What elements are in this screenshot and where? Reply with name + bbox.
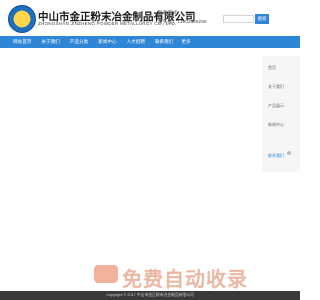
side-item-news[interactable]: 新闻中心 — [268, 122, 284, 128]
side-item-home[interactable]: 首页 — [268, 65, 276, 71]
company-logo[interactable] — [8, 5, 36, 33]
side-item-contact[interactable]: 联系我们 — [268, 153, 284, 159]
side-item-products[interactable]: 产品展示 — [268, 103, 284, 109]
nav-item-contact[interactable]: 联系我们 — [155, 39, 173, 45]
site-footer: Copyright © 2017 中山市金正粉末冶金制品有限公司 — [0, 291, 300, 300]
company-name-english: ZHONGSHAN JINZHENG POWDER METALLURGY CO.… — [38, 21, 177, 26]
side-menu: 首页 关于我们 产品展示 新闻中心 联系我们 — [262, 56, 300, 172]
contact-info: 联系方式： 贾先生：13902658258 — [158, 9, 207, 27]
contact-phone-row: 贾先生：13902658258 — [158, 18, 207, 27]
nav-item-products[interactable]: 产品分类 — [70, 39, 88, 45]
search-input[interactable] — [223, 15, 254, 23]
nav-item-more[interactable]: 更多 — [181, 39, 190, 45]
main-content — [0, 48, 300, 260]
side-scroll-indicator[interactable] — [287, 151, 291, 155]
site-header: 中山市金正粉末冶金制品有限公司 ZHONGSHAN JINZHENG POWDE… — [0, 0, 300, 34]
contact-phone: 13902658258 — [177, 20, 207, 25]
contact-label: 联系方式： — [158, 11, 182, 16]
watermark-badge-icon — [94, 265, 118, 283]
nav-item-home[interactable]: 网站首页 — [13, 39, 31, 45]
side-item-about[interactable]: 关于我们 — [268, 84, 284, 90]
nav-item-about[interactable]: 关于我们 — [41, 39, 59, 45]
footer-copyright: Copyright © 2017 中山市金正粉末冶金制品有限公司 — [106, 293, 194, 297]
search-button[interactable]: 搜索 — [255, 14, 269, 24]
watermark-text: 免费自动收录 — [122, 269, 248, 291]
main-nav: 网站首页 关于我们 产品分类 新闻中心 人才招聘 联系我们 更多 — [0, 36, 300, 48]
nav-item-news[interactable]: 新闻中心 — [98, 39, 116, 45]
nav-item-jobs[interactable]: 人才招聘 — [127, 39, 145, 45]
contact-person: 贾先生： — [158, 20, 178, 25]
